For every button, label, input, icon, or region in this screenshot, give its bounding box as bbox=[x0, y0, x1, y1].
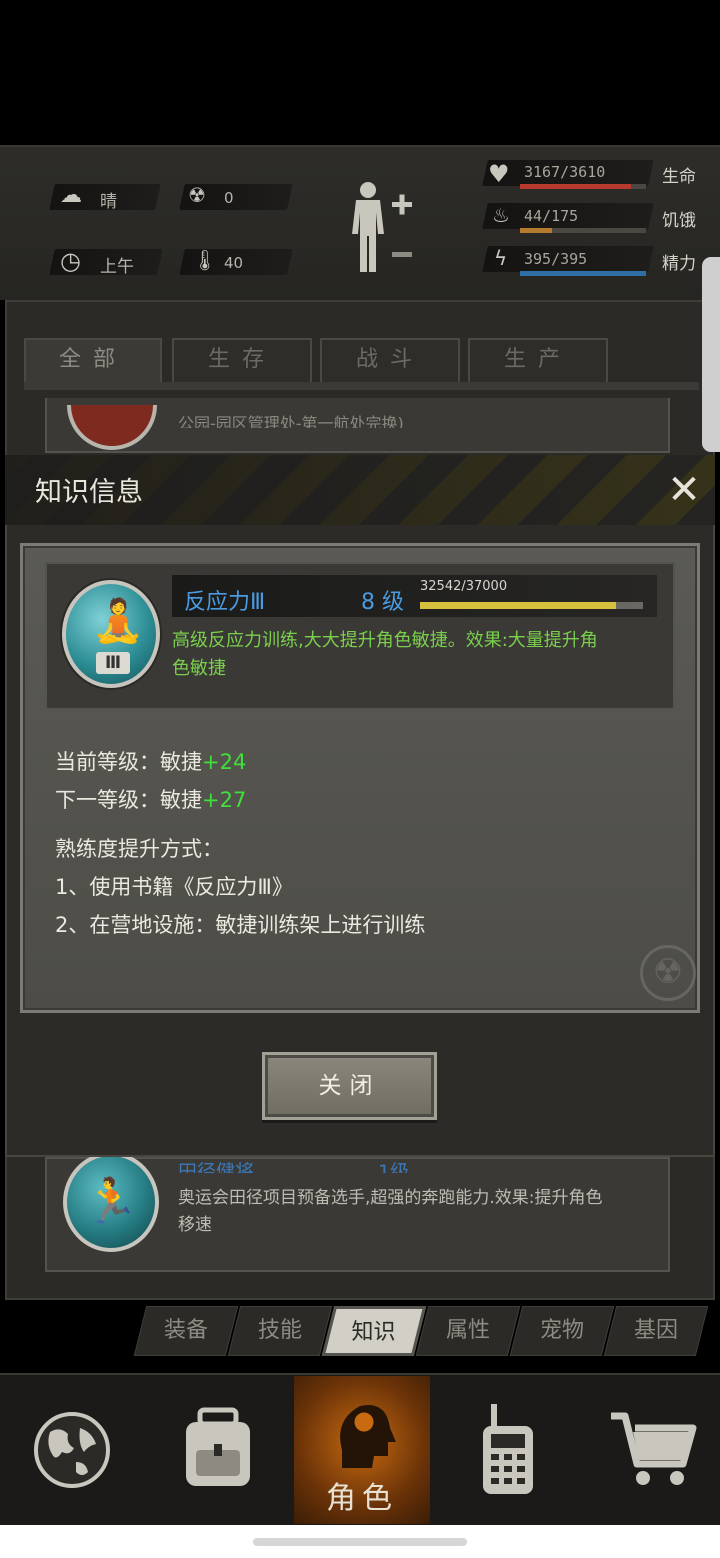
time-value: 上午 bbox=[100, 257, 134, 277]
energy-label: 精力 bbox=[662, 254, 696, 274]
energy-bar bbox=[520, 271, 646, 276]
clock-icon: ◷ bbox=[60, 247, 81, 275]
walkie-talkie-icon bbox=[483, 1404, 533, 1494]
home-indicator[interactable] bbox=[253, 1538, 467, 1546]
next-level-label: 下一等级：敏捷 bbox=[55, 788, 202, 812]
hunger-bar-fill bbox=[520, 228, 552, 233]
weather-value: 晴 bbox=[100, 192, 117, 212]
cart-icon bbox=[611, 1412, 697, 1485]
skill-icon bbox=[67, 405, 157, 450]
life-label: 生命 bbox=[662, 167, 696, 187]
skill-name: 反应力Ⅲ bbox=[184, 590, 266, 615]
current-level-label: 当前等级：敏捷 bbox=[55, 750, 202, 774]
list-item-level: 1级 bbox=[378, 1161, 410, 1173]
subtab-pets[interactable]: 宠物 bbox=[509, 1306, 615, 1356]
nav-map[interactable] bbox=[0, 1376, 144, 1524]
cloud-sun-icon: ☁ bbox=[60, 183, 82, 208]
tab-survival[interactable]: 生存 bbox=[172, 338, 312, 382]
tab-production[interactable]: 生产 bbox=[468, 338, 608, 382]
subtab-label: 属性 bbox=[445, 1318, 490, 1343]
tab-underline bbox=[24, 382, 699, 390]
nav-backpack[interactable] bbox=[146, 1376, 290, 1524]
hunger-bar bbox=[520, 228, 646, 233]
temperature-value: 40 bbox=[224, 254, 244, 272]
running-man-icon: 🏃 bbox=[63, 1152, 159, 1252]
list-item-desc: 奥运会田径项目预备选手,超强的奔跑能力.效果:提升角色移速 bbox=[178, 1188, 603, 1235]
skill-description: 高级反应力训练,大大提升角色敏捷。效果:大量提升角色敏捷 bbox=[172, 630, 598, 679]
subtab-label: 技能 bbox=[257, 1318, 302, 1343]
nav-role-label: 角色 bbox=[326, 1481, 398, 1516]
energy-value: 395/395 bbox=[524, 250, 588, 268]
body-figure-icon[interactable] bbox=[346, 180, 418, 280]
subtab-genes[interactable]: 基因 bbox=[603, 1306, 709, 1356]
close-icon[interactable]: ✕ bbox=[664, 470, 704, 510]
sitting-figure-icon: 🧘 bbox=[92, 596, 145, 645]
list-item-name: 田径健将 bbox=[178, 1161, 255, 1173]
life-bar-fill bbox=[520, 184, 631, 189]
method-2: 2、在营地设施：敏捷训练架上进行训练 bbox=[55, 913, 426, 937]
life-value: 3167/3610 bbox=[524, 163, 606, 181]
scrollbar[interactable] bbox=[702, 257, 720, 452]
close-button[interactable]: 关闭 bbox=[262, 1052, 437, 1120]
subtab-attributes[interactable]: 属性 bbox=[415, 1306, 521, 1356]
tab-combat[interactable]: 战斗 bbox=[320, 338, 460, 382]
radiation-watermark-icon: ☢ bbox=[640, 945, 696, 1001]
nav-radio[interactable] bbox=[436, 1376, 580, 1524]
skill-level: 8 级 bbox=[361, 590, 404, 615]
subtab-knowledge[interactable]: 知识 bbox=[321, 1306, 427, 1356]
globe-icon bbox=[34, 1412, 110, 1488]
subtab-label: 宠物 bbox=[539, 1318, 584, 1343]
modal-title: 知识信息 bbox=[35, 477, 143, 508]
subtab-label: 基因 bbox=[633, 1318, 678, 1343]
current-level-value: +24 bbox=[202, 750, 247, 774]
method-1: 1、使用书籍《反应力Ⅲ》 bbox=[55, 875, 293, 899]
skill-tier-badge: Ⅲ bbox=[96, 652, 130, 674]
list-item-text: 公园-园区管理处-第一航处完换) bbox=[178, 414, 404, 428]
backpack-icon bbox=[186, 1407, 250, 1486]
life-bar bbox=[520, 184, 646, 189]
head-gear-icon bbox=[340, 1404, 396, 1468]
hunger-label: 饥饿 bbox=[662, 211, 696, 231]
subtab-label: 知识 bbox=[351, 1320, 396, 1345]
xp-text: 32542/37000 bbox=[420, 579, 508, 594]
subtab-equipment[interactable]: 装备 bbox=[133, 1306, 239, 1356]
tab-all[interactable]: 全部 bbox=[24, 338, 162, 382]
current-level-line: 当前等级：敏捷+24 bbox=[55, 746, 246, 776]
method-title: 熟练度提升方式： bbox=[55, 837, 223, 861]
radiation-icon: ☢ bbox=[188, 183, 206, 207]
hunger-value: 44/175 bbox=[524, 207, 579, 225]
heart-icon: ♥ bbox=[488, 160, 510, 188]
energy-bar-fill bbox=[520, 271, 646, 276]
next-level-value: +27 bbox=[202, 788, 247, 812]
nav-shop[interactable] bbox=[580, 1376, 720, 1524]
next-level-line: 下一等级：敏捷+27 bbox=[55, 784, 246, 814]
subtab-skills[interactable]: 技能 bbox=[227, 1306, 333, 1356]
radiation-value: 0 bbox=[224, 189, 234, 207]
stomach-icon: ♨ bbox=[492, 203, 510, 227]
thermometer-icon: 🌡 bbox=[192, 248, 218, 272]
xp-bar-fill bbox=[420, 602, 617, 609]
energy-icon: ϟ bbox=[494, 246, 508, 270]
subtab-label: 装备 bbox=[163, 1318, 208, 1343]
reflex-skill-icon: 🧘 Ⅲ bbox=[62, 580, 160, 688]
